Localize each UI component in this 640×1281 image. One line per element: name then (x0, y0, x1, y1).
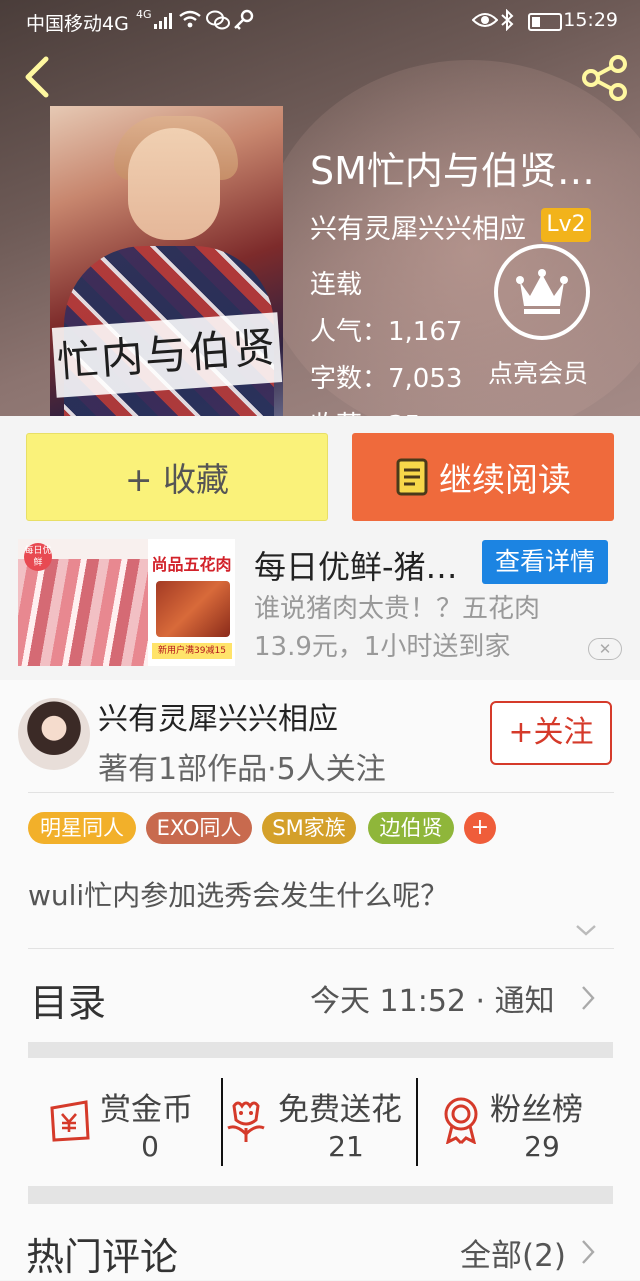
signal-icon (154, 12, 172, 34)
ad-image-panel: 尚品五花肉 新用户满39减15 (148, 539, 235, 666)
collect-button[interactable]: + 收藏 (26, 433, 328, 521)
hot-comments-label: 热门评论 (26, 1235, 179, 1279)
key-icon (232, 9, 254, 36)
book-cover[interactable]: 忙内与伯贤 (50, 106, 283, 416)
continue-reading-label: 继续阅读 (439, 460, 571, 499)
toc-update: 今天 11:52 · 通知 (310, 984, 555, 1019)
chevron-right-icon (582, 1240, 595, 1264)
back-button[interactable] (18, 55, 58, 99)
book-title: SM忙内与伯贤… (310, 149, 595, 193)
section-divider (28, 1042, 613, 1058)
network-label: 4G (136, 8, 152, 21)
tag-label: 明星同人 (40, 816, 124, 840)
book-word-count: 字数：7,053 (310, 364, 463, 394)
book-icon (396, 458, 428, 496)
book-author[interactable]: 兴有灵犀兴兴相应 (310, 207, 526, 246)
book-collections: 收藏：35 (310, 405, 421, 416)
add-tag-button[interactable]: + (464, 812, 496, 844)
tag-3[interactable]: SM家族 (262, 812, 356, 844)
book-status: 连载 (310, 270, 363, 300)
ad-title[interactable]: 每日优鲜-猪… (254, 542, 466, 588)
tag-1[interactable]: 明星同人 (28, 812, 136, 844)
book-summary: wuli忙内参加选秀会发生什么呢？ (28, 879, 449, 912)
chevron-right-icon (582, 986, 595, 1010)
stat-label: 粉丝榜 (490, 1092, 583, 1128)
ad-meat-photo (18, 559, 148, 666)
toc-label: 目录 (30, 981, 107, 1025)
all-comments-button[interactable]: 全部(2) (456, 1222, 616, 1276)
tag-4[interactable]: 边伯贤 (368, 812, 454, 844)
crown-icon (516, 269, 568, 314)
avatar[interactable] (18, 698, 90, 770)
ad-desc-line-2: 13.9元，1小时送到家 (254, 632, 511, 662)
vip-label[interactable]: 点亮会员 (488, 354, 588, 390)
stat-separator (221, 1078, 223, 1166)
carrier-label: 中国移动4G (26, 13, 129, 35)
fan-ranking-button[interactable]: 粉丝榜 29 (420, 1070, 614, 1174)
ad-image-title: 尚品五花肉 (151, 555, 232, 574)
medal-icon (444, 1097, 478, 1144)
stat-value: 21 (328, 1130, 364, 1163)
divider (28, 792, 614, 793)
stat-label: 免费送花 (278, 1092, 402, 1128)
toc-row[interactable]: 目录 今天 11:52 · 通知 (0, 950, 640, 1040)
tag-label: SM家族 (272, 816, 346, 840)
chevron-left-icon (25, 56, 49, 98)
wechat-icon (206, 10, 230, 35)
collect-label: + 收藏 (124, 460, 230, 499)
reward-coin-button[interactable]: 赏金币 0 (28, 1070, 220, 1174)
share-button[interactable] (580, 55, 630, 101)
tag-label: 边伯贤 (379, 816, 443, 840)
book-popularity: 人气：1,167 (310, 317, 463, 347)
tag-label: EXO同人 (156, 816, 242, 840)
share-icon (582, 55, 627, 101)
bluetooth-icon (500, 8, 514, 36)
status-bar: 中国移动4G 4G 15:29 (0, 0, 640, 42)
ad-logo: 每日优鲜 (24, 543, 52, 571)
wifi-icon (178, 10, 202, 33)
ad-description: 谁说猪肉太贵！？五花肉 13.9元，1小时送到家 (254, 590, 604, 666)
all-comments-label: 全部(2) (460, 1238, 566, 1274)
cover-art-face (128, 128, 220, 240)
expand-summary-button[interactable] (574, 918, 598, 942)
level-badge: Lv2 (541, 208, 591, 242)
stat-label: 赏金币 (100, 1092, 193, 1128)
ad-image[interactable]: 每日优鲜 尚品五花肉 新用户满39减15 (18, 539, 235, 666)
coin-icon (50, 1100, 90, 1142)
divider (28, 948, 614, 949)
ad-food-photo (156, 581, 230, 637)
send-flower-button[interactable]: 免费送花 21 (224, 1070, 416, 1174)
ad-desc-line-1: 谁说猪肉太贵！？五花肉 (254, 594, 541, 624)
eye-icon (471, 10, 499, 35)
ad-details-button[interactable]: 查看详情 (482, 540, 608, 584)
author-name[interactable]: 兴有灵犀兴兴相应 (98, 694, 338, 738)
author-stats: 著有1部作品·5人关注 (98, 752, 386, 787)
stat-separator (416, 1078, 418, 1166)
vip-button[interactable] (494, 244, 590, 340)
continue-reading-button[interactable]: 继续阅读 (352, 433, 614, 521)
follow-button[interactable]: +关注 (490, 701, 612, 765)
section-divider (28, 1186, 613, 1204)
ad-image-promo: 新用户满39减15 (152, 643, 232, 659)
clock: 15:29 (563, 9, 618, 31)
chevron-down-icon (576, 925, 596, 936)
ad-close-button[interactable]: ✕ (588, 638, 622, 660)
stat-value: 0 (141, 1130, 159, 1163)
book-header: 中国移动4G 4G 15:29 忙内与伯贤 SM忙内与伯贤… 兴有灵犀兴兴相应 … (0, 0, 640, 416)
flower-icon (227, 1101, 265, 1142)
stat-value: 29 (524, 1130, 560, 1163)
tag-2[interactable]: EXO同人 (146, 812, 252, 844)
